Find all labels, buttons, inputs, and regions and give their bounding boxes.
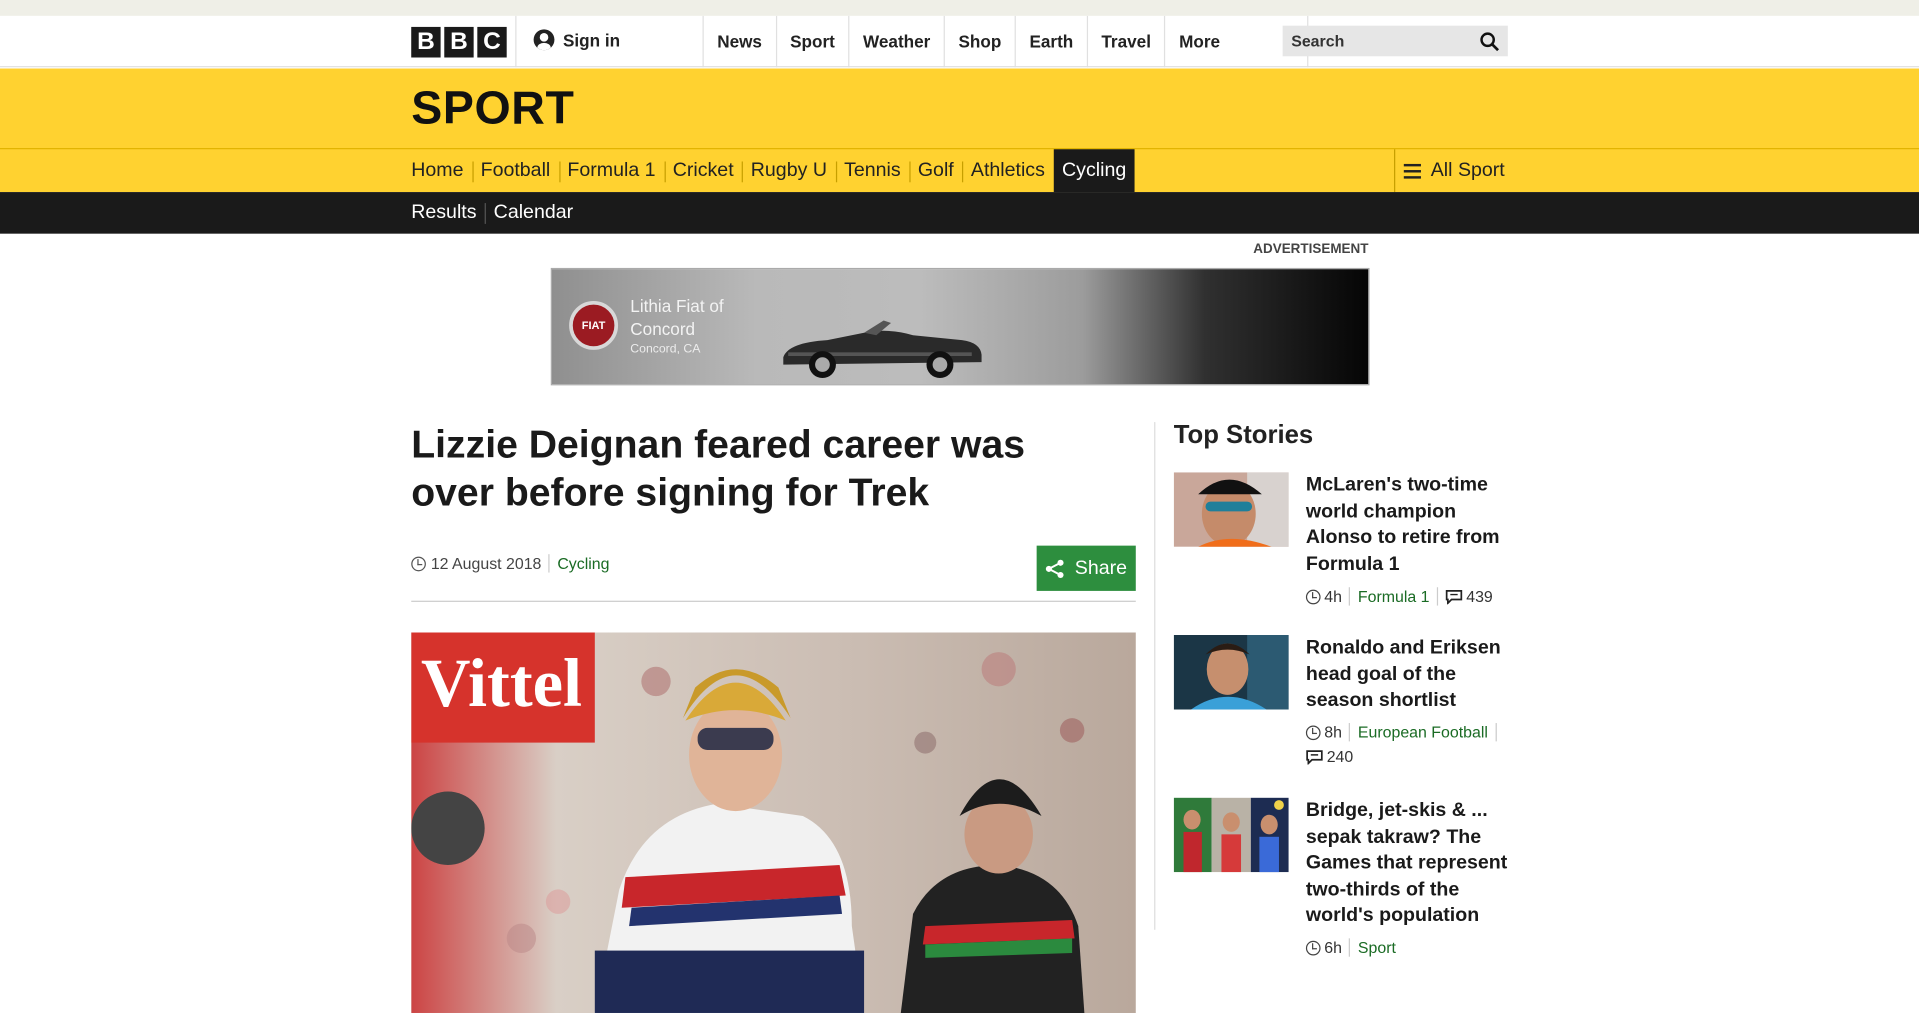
- divider: [1349, 938, 1351, 957]
- divider: [411, 600, 1136, 602]
- story-age: 8h: [1324, 723, 1342, 742]
- advertisement-banner[interactable]: FIAT Lithia Fiat of Concord Concord, CA: [550, 267, 1370, 386]
- story-meta: 4h Formula 1 439: [1305, 587, 1514, 606]
- ad-text-line: Concord, CA: [630, 342, 701, 357]
- sport-nav-cricket[interactable]: Cricket: [664, 149, 742, 192]
- story-comment-count[interactable]: 240: [1327, 747, 1354, 765]
- sport-nav-golf[interactable]: Golf: [909, 149, 962, 192]
- sign-in-link[interactable]: Sign in: [533, 29, 621, 51]
- clock-icon: [1305, 940, 1321, 955]
- sport-banner: SPORT: [0, 68, 1919, 149]
- top-stories-title: Top Stories: [1173, 420, 1314, 449]
- sport-nav-home[interactable]: Home: [411, 149, 472, 192]
- bbc-logo-letter: B: [411, 26, 441, 58]
- bbc-global-bar: B B C Sign in News Sport Weather Shop Ea…: [0, 15, 1919, 68]
- cycling-subnav: Results Calendar: [0, 192, 1919, 234]
- sport-nav-football[interactable]: Football: [472, 149, 559, 192]
- story-topic-link[interactable]: European Football: [1358, 723, 1488, 741]
- all-sport-button[interactable]: All Sport: [1394, 149, 1505, 193]
- sport-nav-rugby-u[interactable]: Rugby U: [742, 149, 835, 192]
- story-age: 4h: [1324, 587, 1342, 606]
- article-date: 12 August 2018: [430, 554, 542, 573]
- bbc-logo-letter: C: [477, 26, 507, 58]
- story-headline[interactable]: Ronaldo and Eriksen head goal of the sea…: [1306, 635, 1514, 714]
- user-icon: [533, 29, 555, 51]
- divider: [1349, 723, 1351, 742]
- comment-icon: [1445, 589, 1463, 604]
- menu-icon: [1403, 163, 1421, 179]
- sport-nav-athletics[interactable]: Athletics: [962, 149, 1053, 192]
- car-image: [783, 320, 982, 379]
- search-placeholder: Search: [1291, 31, 1345, 51]
- story-comment-count[interactable]: 439: [1466, 587, 1493, 605]
- advertisement-label: ADVERTISEMENT: [1253, 242, 1369, 257]
- sport-title[interactable]: SPORT: [411, 83, 574, 136]
- global-nav-shop[interactable]: Shop: [943, 15, 1015, 68]
- asian-games-thumbnail: [1173, 797, 1289, 873]
- story-headline[interactable]: Bridge, jet-skis & ... sepak takraw? The…: [1306, 798, 1514, 930]
- story-headline[interactable]: McLaren's two-time world champion Alonso…: [1306, 472, 1514, 577]
- story-thumbnail[interactable]: [1173, 472, 1289, 547]
- global-nav: News Sport Weather Shop Earth Travel Mor…: [702, 15, 1309, 68]
- subnav-calendar[interactable]: Calendar: [485, 192, 582, 234]
- clock-icon: [1305, 724, 1321, 740]
- search-icon[interactable]: [1480, 31, 1500, 51]
- alonso-thumbnail: [1173, 472, 1289, 547]
- story-topic-link[interactable]: Formula 1: [1358, 587, 1430, 605]
- article-meta: 12 August 2018 Cycling: [411, 554, 609, 573]
- story-meta: 6h Sport: [1305, 938, 1514, 957]
- subnav-results[interactable]: Results: [411, 192, 485, 234]
- ad-text-line: Lithia Fiat of: [630, 296, 724, 316]
- page: B B C Sign in News Sport Weather Shop Ea…: [0, 0, 1919, 1013]
- article-topic-link[interactable]: Cycling: [557, 554, 609, 572]
- top-strip: [0, 0, 1919, 16]
- search-input[interactable]: Search: [1282, 25, 1508, 57]
- story-thumbnail[interactable]: [1173, 797, 1289, 873]
- photo-banner-text: Vittel: [421, 645, 582, 721]
- divider: [548, 554, 550, 573]
- bbc-logo[interactable]: B B C: [411, 26, 507, 58]
- clock-icon: [1305, 589, 1321, 604]
- cyclist-photo: Vittel: [411, 632, 1136, 1013]
- divider: [515, 15, 517, 68]
- column-divider: [1154, 422, 1156, 930]
- story-thumbnail[interactable]: [1173, 634, 1289, 710]
- sport-nav-formula-1[interactable]: Formula 1: [558, 149, 664, 192]
- article-photo[interactable]: Vittel: [411, 632, 1136, 1013]
- sport-nav: Home Football Formula 1 Cricket Rugby U …: [0, 148, 1919, 193]
- sport-nav-tennis[interactable]: Tennis: [835, 149, 910, 192]
- share-icon: [1045, 559, 1064, 578]
- comment-icon: [1306, 749, 1323, 765]
- clock-icon: [411, 556, 426, 571]
- story-meta: 8h European Football 240: [1305, 723, 1514, 766]
- fiat-logo: FIAT: [569, 300, 619, 350]
- article-headline: Lizzie Deignan feared career was over be…: [411, 422, 1026, 514]
- global-nav-weather[interactable]: Weather: [848, 15, 943, 68]
- ronaldo-thumbnail: [1173, 634, 1289, 710]
- global-nav-travel[interactable]: Travel: [1086, 15, 1165, 68]
- more-label: More: [1179, 31, 1221, 52]
- sport-nav-cycling[interactable]: Cycling: [1053, 149, 1135, 193]
- ad-text-line: Concord: [630, 319, 696, 339]
- bbc-logo-letter: B: [444, 26, 474, 58]
- story-topic-link[interactable]: Sport: [1358, 938, 1396, 956]
- global-nav-sport[interactable]: Sport: [775, 15, 848, 68]
- share-label: Share: [1074, 557, 1128, 579]
- global-nav-earth[interactable]: Earth: [1014, 15, 1087, 68]
- divider: [1436, 587, 1439, 606]
- story-age: 6h: [1324, 938, 1342, 957]
- share-button[interactable]: Share: [1036, 545, 1136, 591]
- divider: [1349, 587, 1351, 606]
- sign-in-label: Sign in: [562, 29, 621, 50]
- all-sport-label: All Sport: [1430, 159, 1505, 181]
- global-nav-news[interactable]: News: [702, 15, 776, 68]
- divider: [1495, 723, 1497, 742]
